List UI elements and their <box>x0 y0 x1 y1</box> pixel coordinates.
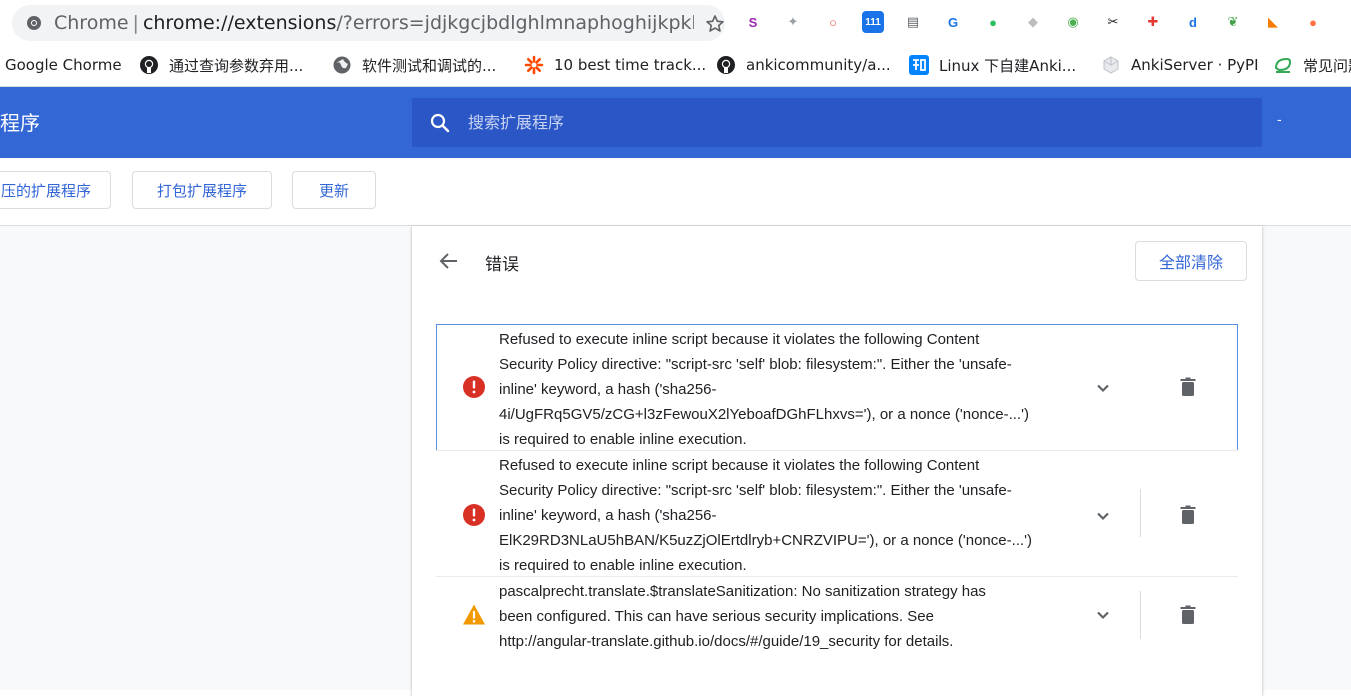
globe-icon <box>332 55 352 75</box>
bookmark-label: Google Chorme <box>5 56 122 74</box>
trash-icon[interactable] <box>1176 603 1200 627</box>
trash-icon[interactable] <box>1176 375 1200 399</box>
bookmark-label: 软件测试和调试的... <box>362 56 497 75</box>
plus-ext-icon[interactable]: ✚ <box>1142 11 1164 33</box>
errors-card: 错误 全部清除 Refused to execute inline script… <box>412 226 1262 696</box>
trash-icon[interactable] <box>1176 503 1200 527</box>
pack-extension-button[interactable]: 打包扩展程序 <box>132 171 272 209</box>
scissors-icon[interactable]: ✂ <box>1102 11 1124 33</box>
bookmark-label: 通过查询参数弃用... <box>169 56 304 75</box>
bookmark-google-chorme[interactable]: Google Chorme <box>5 44 122 86</box>
bookmark-time-tracking[interactable]: 10 best time track... <box>524 44 706 86</box>
bookmarks-bar: Google Chorme 通过查询参数弃用... 软件测试和调试的... 10… <box>0 44 1351 87</box>
bookmark-label: AnkiServer · PyPI <box>1131 56 1259 74</box>
search-input[interactable] <box>468 98 1228 147</box>
pin-icon[interactable]: ✦ <box>782 11 804 33</box>
clear-all-button[interactable]: 全部清除 <box>1135 241 1247 281</box>
update-button[interactable]: 更新 <box>292 171 376 209</box>
chevron-down-icon[interactable] <box>1091 603 1115 627</box>
search-icon <box>430 113 450 133</box>
row-divider <box>1140 489 1141 537</box>
bookmark-query-params[interactable]: 通过查询参数弃用... <box>139 44 303 86</box>
row-divider <box>1140 591 1141 639</box>
globe-ext-icon[interactable]: ◉ <box>1062 11 1084 33</box>
error-item[interactable]: Refused to execute inline script because… <box>436 324 1238 451</box>
extensions-header: 程序 - <box>0 87 1351 158</box>
bookmark-ankicommunity[interactable]: ankicommunity/a... <box>716 44 891 86</box>
reader-ext-icon[interactable]: ▤ <box>902 11 924 33</box>
error-icon <box>463 376 485 398</box>
error-icon <box>463 504 485 526</box>
browser-toolbar: Chrome | chrome://extensions/?errors=jdjkg… <box>0 0 1351 44</box>
omnibox-url-rest: /?errors=jdjkgcjbdlghlmnaphoghijkpkho... <box>336 12 694 34</box>
header-title: 程序 <box>0 111 40 135</box>
page-title: 错误 <box>485 255 519 275</box>
bookmark-label: 10 best time track... <box>554 56 707 74</box>
bookmark-ankiserver-pypi[interactable]: AnkiServer · PyPI <box>1101 44 1259 86</box>
bookmark-label: ankicommunity/a... <box>746 56 891 74</box>
leaf-icon <box>1273 55 1293 75</box>
shield-ext-icon[interactable]: ◆ <box>1022 11 1044 33</box>
error-message: Refused to execute inline script because… <box>499 457 1032 574</box>
omnibox[interactable]: Chrome | chrome://extensions/?errors=jdjkg… <box>12 5 725 41</box>
chrome-icon <box>27 16 41 30</box>
omnibox-site: Chrome <box>54 12 129 34</box>
orange-ext-icon[interactable]: ● <box>1302 11 1324 33</box>
pypi-icon <box>1101 55 1121 75</box>
bookmark-faq[interactable]: 常见问题 <box>1273 44 1351 86</box>
chevron-down-icon[interactable] <box>1091 376 1115 400</box>
bookmark-linux-anki[interactable]: Linux 下自建Anki... <box>909 44 1076 86</box>
speed-ext-icon[interactable]: 111 <box>862 11 884 33</box>
omnibox-url-host: chrome://extensions <box>142 12 337 34</box>
circle-ext-icon[interactable]: ○ <box>822 11 844 33</box>
load-unpacked-button[interactable]: 压的扩展程序 <box>0 171 111 209</box>
bookmark-star-icon[interactable] <box>705 14 725 34</box>
bookmark-label: Linux 下自建Anki... <box>939 56 1077 75</box>
zapier-icon <box>524 55 544 75</box>
github-icon <box>139 55 159 75</box>
error-message: Refused to execute inline script because… <box>499 331 1029 448</box>
error-item[interactable]: Refused to execute inline script because… <box>436 450 1238 577</box>
zhihu-icon <box>909 55 929 75</box>
search-box[interactable] <box>412 98 1262 147</box>
translate-ext-icon[interactable]: G <box>942 11 964 33</box>
warning-icon <box>463 604 485 625</box>
evernote-icon[interactable]: ● <box>982 11 1004 33</box>
rss-icon[interactable]: ◣ <box>1262 11 1284 33</box>
back-arrow-icon[interactable] <box>438 250 460 272</box>
bookmark-label: 常见问题 <box>1303 56 1351 75</box>
chevron-down-icon[interactable] <box>1091 504 1115 528</box>
omnibox-separator: | <box>132 12 139 34</box>
leaf-ext-icon[interactable]: ❦ <box>1222 11 1244 33</box>
developer-toolbar: 压的扩展程序 打包扩展程序 更新 <box>0 158 1351 226</box>
bookmark-software-testing[interactable]: 软件测试和调试的... <box>332 44 496 86</box>
developer-mode-toggle[interactable]: - <box>1277 111 1282 127</box>
warning-item[interactable]: pascalprecht.translate.$translateSanitiz… <box>436 576 1238 655</box>
warning-message: pascalprecht.translate.$translateSanitiz… <box>499 583 986 650</box>
d-ext-icon[interactable]: d <box>1182 11 1204 33</box>
github-icon <box>716 55 736 75</box>
omnibox-text[interactable]: Chrome | chrome://extensions/?errors=jdjkg… <box>54 5 694 41</box>
bookmark-ext-icon[interactable]: S <box>742 11 764 33</box>
